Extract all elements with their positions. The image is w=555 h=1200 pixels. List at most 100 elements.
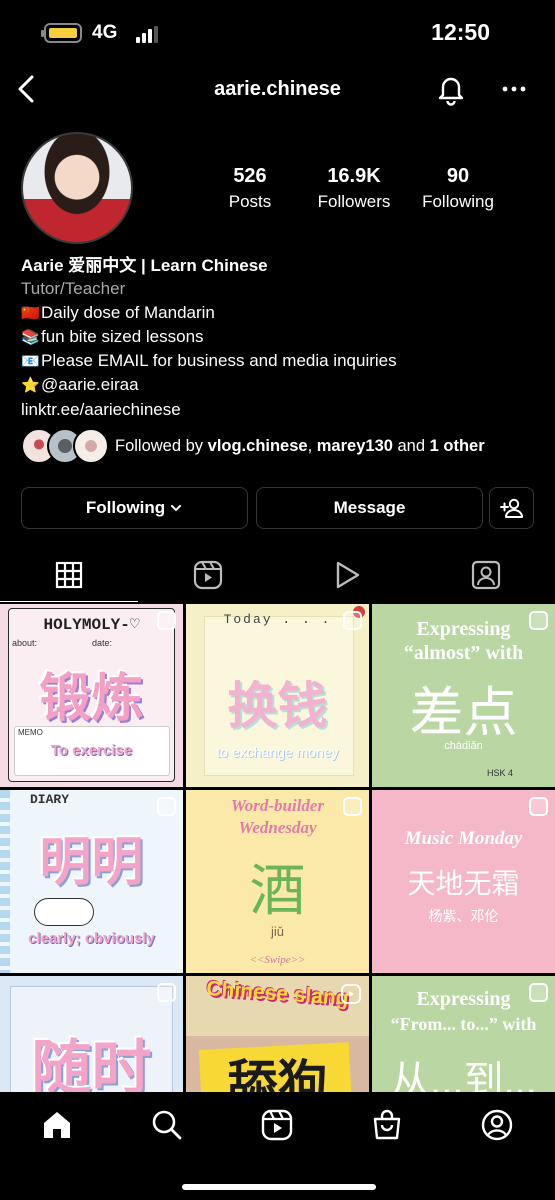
chevron-down-icon	[171, 505, 182, 512]
post-hanzi: 舔狗	[227, 1056, 328, 1092]
post-english: to exchange money	[216, 744, 339, 760]
bio-line-text: Daily dose of Mandarin	[41, 302, 215, 322]
reels-icon[interactable]	[260, 1108, 294, 1142]
reels-icon	[193, 560, 223, 590]
post-hanzi: 从...到...	[390, 1059, 537, 1092]
posts-count: 526	[233, 165, 267, 187]
post-hanzi: 明明	[39, 834, 144, 892]
post-hanzi: 差点	[409, 683, 518, 743]
profile-category: Tutor/Teacher	[21, 279, 126, 299]
post-hanzi: 酒	[249, 859, 306, 922]
post-thumbnail[interactable]: Expressing “almost” with 差点 chàdiǎn HSK …	[372, 604, 555, 787]
post-title: Expressing	[416, 618, 511, 640]
tab-tagged[interactable]	[417, 548, 555, 602]
following-count: 90	[446, 165, 470, 187]
followers-count: 16.9K	[327, 165, 381, 187]
china-flag-icon: 🇨🇳	[21, 304, 40, 322]
home-indicator	[182, 1184, 376, 1190]
tab-videos[interactable]	[278, 548, 416, 602]
post-english: clearly; obviously	[28, 930, 155, 947]
suggest-people-button[interactable]	[489, 487, 534, 529]
select-checkbox[interactable]	[343, 611, 362, 630]
search-icon[interactable]	[150, 1108, 184, 1142]
post-thumbnail[interactable]: DIARY 明明 clearly; obviously	[0, 790, 183, 973]
post-hanzi: 随时	[31, 1035, 152, 1092]
post-title: Today . . .	[223, 612, 332, 627]
post-subtitle: “almost” with	[403, 642, 524, 664]
post-thumbnail[interactable]: Word-builder Wednesday 酒 jiǔ <<Swipe>>	[186, 790, 369, 973]
profile-username: aarie.chinese	[214, 78, 341, 100]
post-thumbnail[interactable]: HOLYMOLY-♡ about: date: 锻炼 MEMO To exerc…	[0, 604, 183, 787]
bio-line-text: Please EMAIL for business and media inqu…	[41, 351, 397, 371]
bottom-navigation	[0, 1092, 555, 1200]
select-checkbox[interactable]	[157, 797, 176, 816]
posts-stat[interactable]: 526 Posts	[215, 165, 285, 212]
post-hanzi: 天地无霜	[407, 868, 520, 899]
post-subtitle: Wednesday	[238, 818, 317, 837]
profile-icon[interactable]	[480, 1108, 514, 1142]
email-icon: 📧	[21, 353, 40, 371]
bio-line: 📧Please EMAIL for business and media inq…	[21, 349, 541, 373]
battery-icon	[41, 23, 82, 43]
message-button-label: Message	[333, 498, 406, 517]
select-checkbox[interactable]	[529, 611, 548, 630]
followers-label: Followers	[317, 192, 391, 211]
post-thumbnail[interactable]: Today . . . 换钱 to exchange money	[186, 604, 369, 787]
bio-line: ⭐@aarie.eiraa	[21, 373, 541, 397]
post-title: Music Monday	[404, 828, 523, 849]
profile-tabs	[0, 548, 555, 602]
select-checkbox[interactable]	[343, 797, 362, 816]
bio-line: 📚fun bite sized lessons	[21, 325, 541, 349]
post-thumbnail[interactable]: 随时	[0, 976, 183, 1092]
memo-label: MEMO	[18, 728, 43, 737]
post-hanzi: 换钱	[227, 678, 328, 734]
post-field-about: about:	[12, 638, 38, 648]
post-field-date: date:	[92, 638, 113, 648]
followed-by[interactable]: Followed by vlog.chinese, marey130 and 1…	[21, 428, 541, 466]
post-title: HOLYMOLY-♡	[43, 616, 140, 634]
post-thumbnail[interactable]: Chinese slang 舔狗	[186, 976, 369, 1092]
post-hanzi: 锻炼	[39, 670, 144, 728]
post-thumbnail[interactable]: Expressing “From... to...” with 从...到...	[372, 976, 555, 1092]
follower-avatar	[73, 428, 109, 464]
select-checkbox[interactable]	[529, 797, 548, 816]
bio-link[interactable]: linktr.ee/aariechinese	[21, 398, 541, 421]
clock: 12:50	[431, 19, 490, 45]
following-button[interactable]: Following	[21, 487, 248, 529]
select-checkbox[interactable]	[529, 983, 548, 1002]
more-options-icon[interactable]	[496, 74, 532, 104]
post-title: Word-builder	[230, 796, 325, 815]
books-icon: 📚	[21, 328, 40, 346]
select-checkbox[interactable]	[157, 983, 176, 1002]
tab-grid[interactable]	[0, 548, 138, 602]
profile-display-name: Aarie 爱丽中文 | Learn Chinese	[21, 256, 268, 275]
post-title: DIARY	[30, 792, 70, 807]
shop-icon[interactable]	[370, 1108, 404, 1142]
tagged-icon	[471, 560, 501, 590]
home-icon[interactable]	[40, 1108, 74, 1142]
following-stat[interactable]: 90 Following	[414, 165, 502, 212]
bio-line: 🇨🇳Daily dose of Mandarin	[21, 301, 541, 325]
tab-reels[interactable]	[139, 548, 277, 602]
posts-grid: HOLYMOLY-♡ about: date: 锻炼 MEMO To exerc…	[0, 604, 555, 1092]
profile-avatar[interactable]	[21, 132, 133, 244]
post-title: Expressing	[416, 988, 511, 1010]
post-pinyin: chàdiǎn	[444, 740, 483, 752]
select-checkbox[interactable]	[157, 611, 176, 630]
star-icon: ⭐	[21, 377, 40, 395]
grid-icon	[55, 561, 83, 589]
post-thumbnail[interactable]: Music Monday 天地无霜 杨紫、邓伦	[372, 790, 555, 973]
bio-mention-link[interactable]: @aarie.eiraa	[41, 375, 139, 394]
cloud-drawing	[34, 898, 94, 926]
post-subtitle: “From... to...” with	[390, 1014, 537, 1034]
followers-stat[interactable]: 16.9K Followers	[308, 165, 400, 212]
bell-icon[interactable]	[434, 72, 468, 106]
post-english: To exercise	[50, 742, 133, 759]
reel-icon	[341, 984, 361, 1004]
following-label: Following	[422, 192, 494, 211]
bio-line-text: fun bite sized lessons	[41, 326, 204, 346]
posts-label: Posts	[228, 192, 272, 211]
post-pinyin: jiǔ	[270, 924, 284, 939]
message-button[interactable]: Message	[256, 487, 483, 529]
followed-by-text: Followed by vlog.chinese, marey130 and 1…	[115, 437, 485, 455]
